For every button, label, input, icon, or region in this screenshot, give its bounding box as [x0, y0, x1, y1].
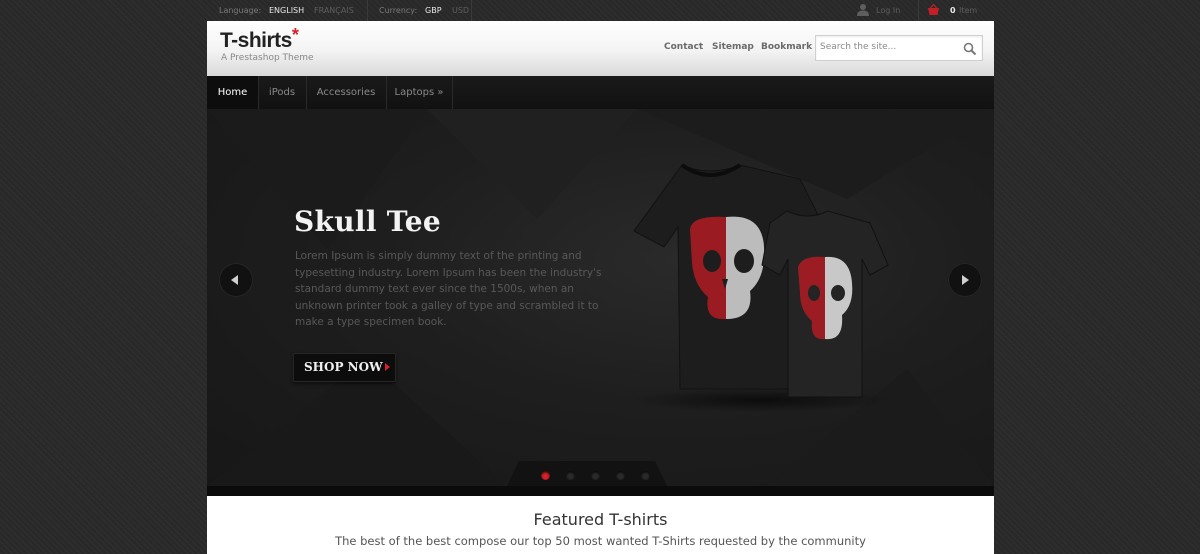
featured-section: Featured T-shirts The best of the best c… — [207, 496, 994, 554]
cart-icon[interactable] — [927, 3, 940, 18]
nav-item-home[interactable]: Home — [207, 76, 259, 109]
divider — [471, 0, 472, 21]
slide-dot[interactable] — [566, 471, 575, 480]
nav-item-accessories[interactable]: Accessories — [306, 76, 387, 109]
shop-now-button[interactable]: SHOP NOW — [293, 353, 396, 382]
slide-dot[interactable] — [641, 471, 650, 480]
slide-dot[interactable] — [616, 471, 625, 480]
hero-slider: Skull Tee Lorem Ipsum is simply dummy te… — [207, 109, 994, 486]
site-header: T-shirts* A Prestashop Theme Contact Sit… — [207, 21, 994, 76]
divider — [918, 0, 919, 21]
logo-star: * — [291, 25, 299, 45]
arrow-right-icon — [385, 363, 390, 371]
chevron-left-icon — [231, 275, 238, 285]
slider-bottom-bar — [207, 486, 994, 496]
site-tagline: A Prestashop Theme — [221, 53, 314, 63]
login-link[interactable]: Log In — [876, 0, 900, 21]
language-french[interactable]: FRANÇAIS — [314, 0, 354, 21]
slide-description: Lorem Ipsum is simply dummy text of the … — [295, 250, 602, 328]
search-icon[interactable] — [963, 41, 977, 56]
slide-title: Skull Tee — [294, 205, 441, 238]
cart-unit[interactable]: Item — [959, 0, 977, 21]
slide-dot[interactable] — [591, 471, 600, 480]
site-logo[interactable]: T-shirts* — [220, 25, 299, 53]
language-english[interactable]: ENGLISH — [269, 0, 304, 21]
currency-label: Currency: — [379, 6, 418, 15]
nav-item-laptops[interactable]: Laptops » — [386, 76, 453, 109]
bookmark-link[interactable]: Bookmark — [761, 42, 812, 52]
slide-pagination — [507, 461, 667, 486]
chevron-right-icon — [962, 275, 969, 285]
cart-count[interactable]: 0 — [950, 0, 956, 21]
currency-gbp[interactable]: GBP — [425, 0, 442, 21]
featured-title: Featured T-shirts — [533, 510, 668, 529]
skull-tee-image — [632, 163, 892, 412]
top-bar: Language: ENGLISH FRANÇAIS Currency: GBP… — [207, 0, 994, 21]
user-icon — [857, 3, 869, 18]
main-nav: Home iPods Accessories Laptops » — [207, 76, 994, 110]
nav-item-ipods[interactable]: iPods — [258, 76, 307, 109]
language-label: Language: — [219, 6, 262, 15]
sitemap-link[interactable]: Sitemap — [712, 42, 754, 52]
shop-now-label: SHOP NOW — [304, 360, 383, 374]
slide-dot[interactable] — [541, 471, 550, 480]
search-input[interactable] — [820, 39, 954, 55]
next-slide-button[interactable] — [948, 263, 982, 297]
featured-subtitle: The best of the best compose our top 50 … — [335, 534, 866, 548]
divider — [367, 0, 368, 21]
contact-link[interactable]: Contact — [664, 42, 703, 52]
search-box — [815, 35, 983, 61]
prev-slide-button[interactable] — [219, 263, 253, 297]
currency-usd[interactable]: USD — [452, 0, 469, 21]
